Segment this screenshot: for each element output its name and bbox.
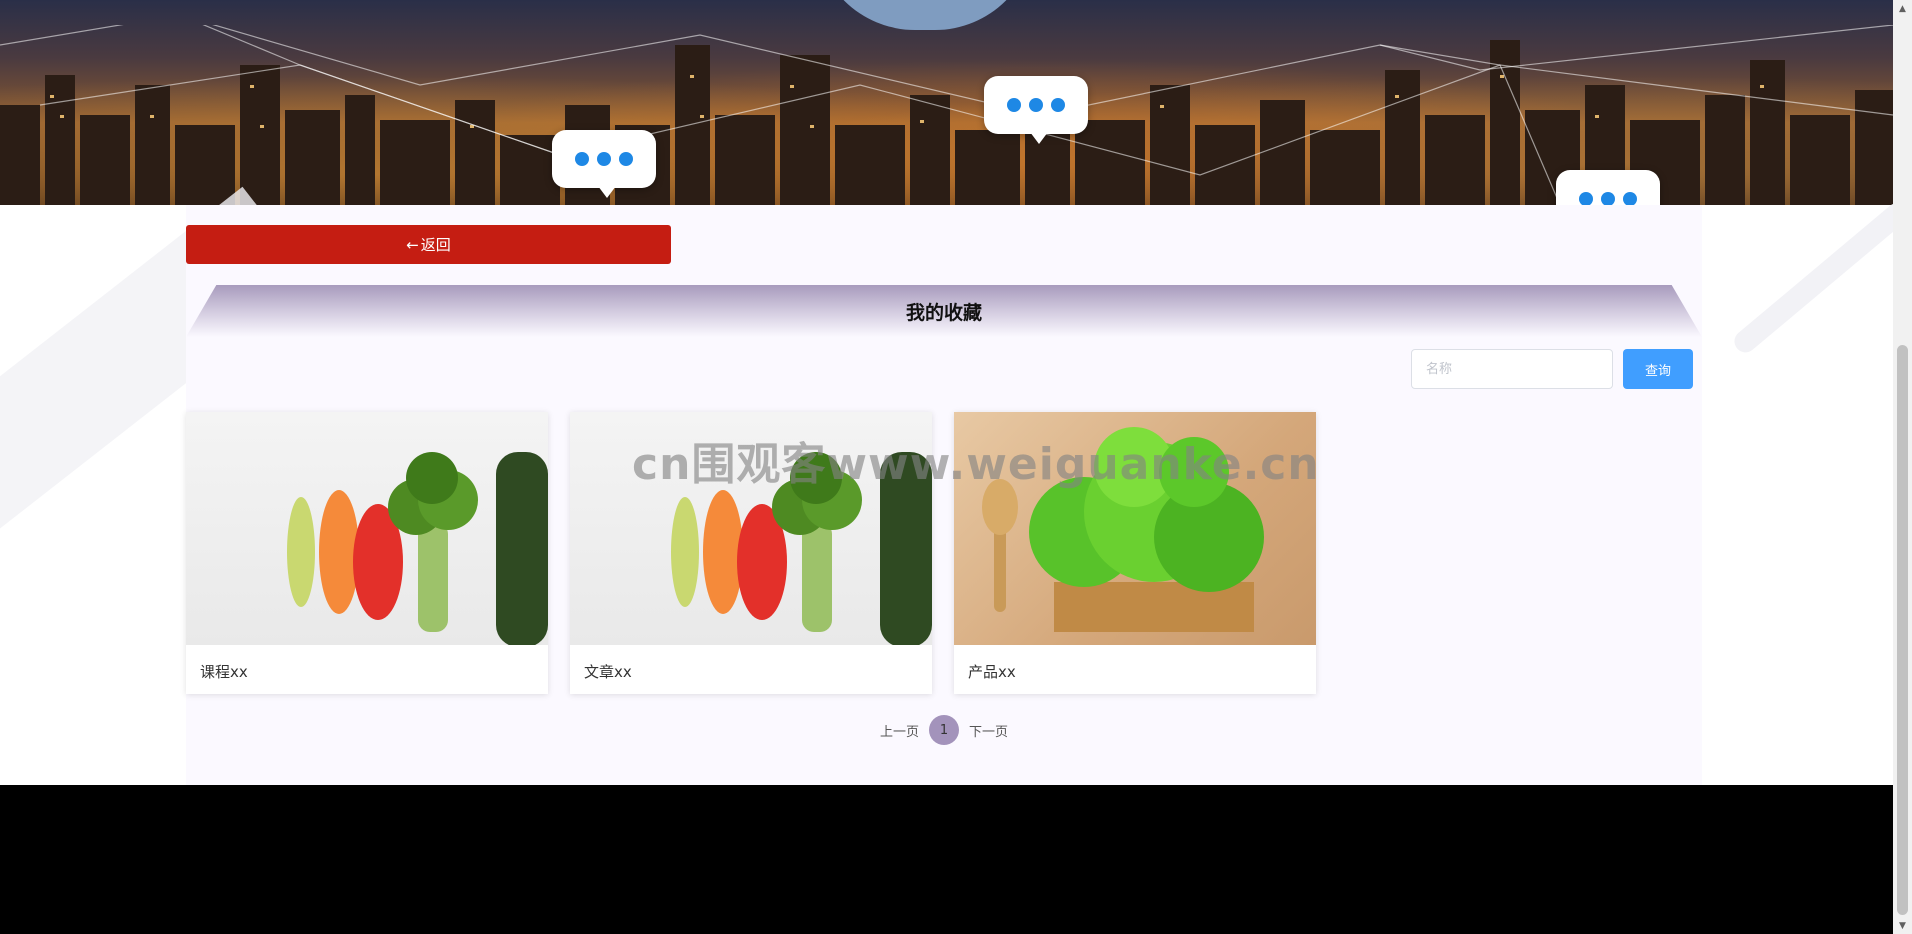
card-title: 文章xx [584,663,632,681]
chat-bubble-icon [984,76,1088,144]
search-button[interactable]: 查询 [1623,349,1693,389]
card-title: 产品xx [968,663,1016,681]
back-button[interactable]: ← 返回 [186,225,671,264]
background-stripe [1730,198,1912,357]
name-search-input[interactable] [1411,349,1613,389]
chat-bubble-icon [1556,170,1660,205]
chat-bubble-icon [552,130,656,198]
scroll-down-arrow-icon[interactable]: ▼ [1893,917,1912,934]
section-title-band: 我的收藏 [186,285,1702,337]
page-title: 我的收藏 [905,301,982,324]
back-button-label: 返回 [420,236,451,254]
arrow-left-icon: ← [406,235,419,254]
watermark-text: cn围观客www.weiguanke.cn [632,439,1320,490]
scrollbar-thumb[interactable] [1897,345,1908,915]
pagination: 上一页 1 下一页 [880,714,1008,746]
scroll-up-arrow-icon[interactable]: ▲ [1893,0,1912,17]
card-image [186,412,548,645]
next-page-link[interactable]: 下一页 [969,721,1008,740]
hero-banner [0,0,1893,205]
prev-page-link[interactable]: 上一页 [880,721,919,740]
page-number-active[interactable]: 1 [929,715,960,745]
vertical-scrollbar[interactable]: ▲ ▼ [1893,0,1912,934]
card-title: 课程xx [200,663,248,681]
favorite-card[interactable]: 课程xx [186,412,548,694]
page-footer [0,785,1893,934]
